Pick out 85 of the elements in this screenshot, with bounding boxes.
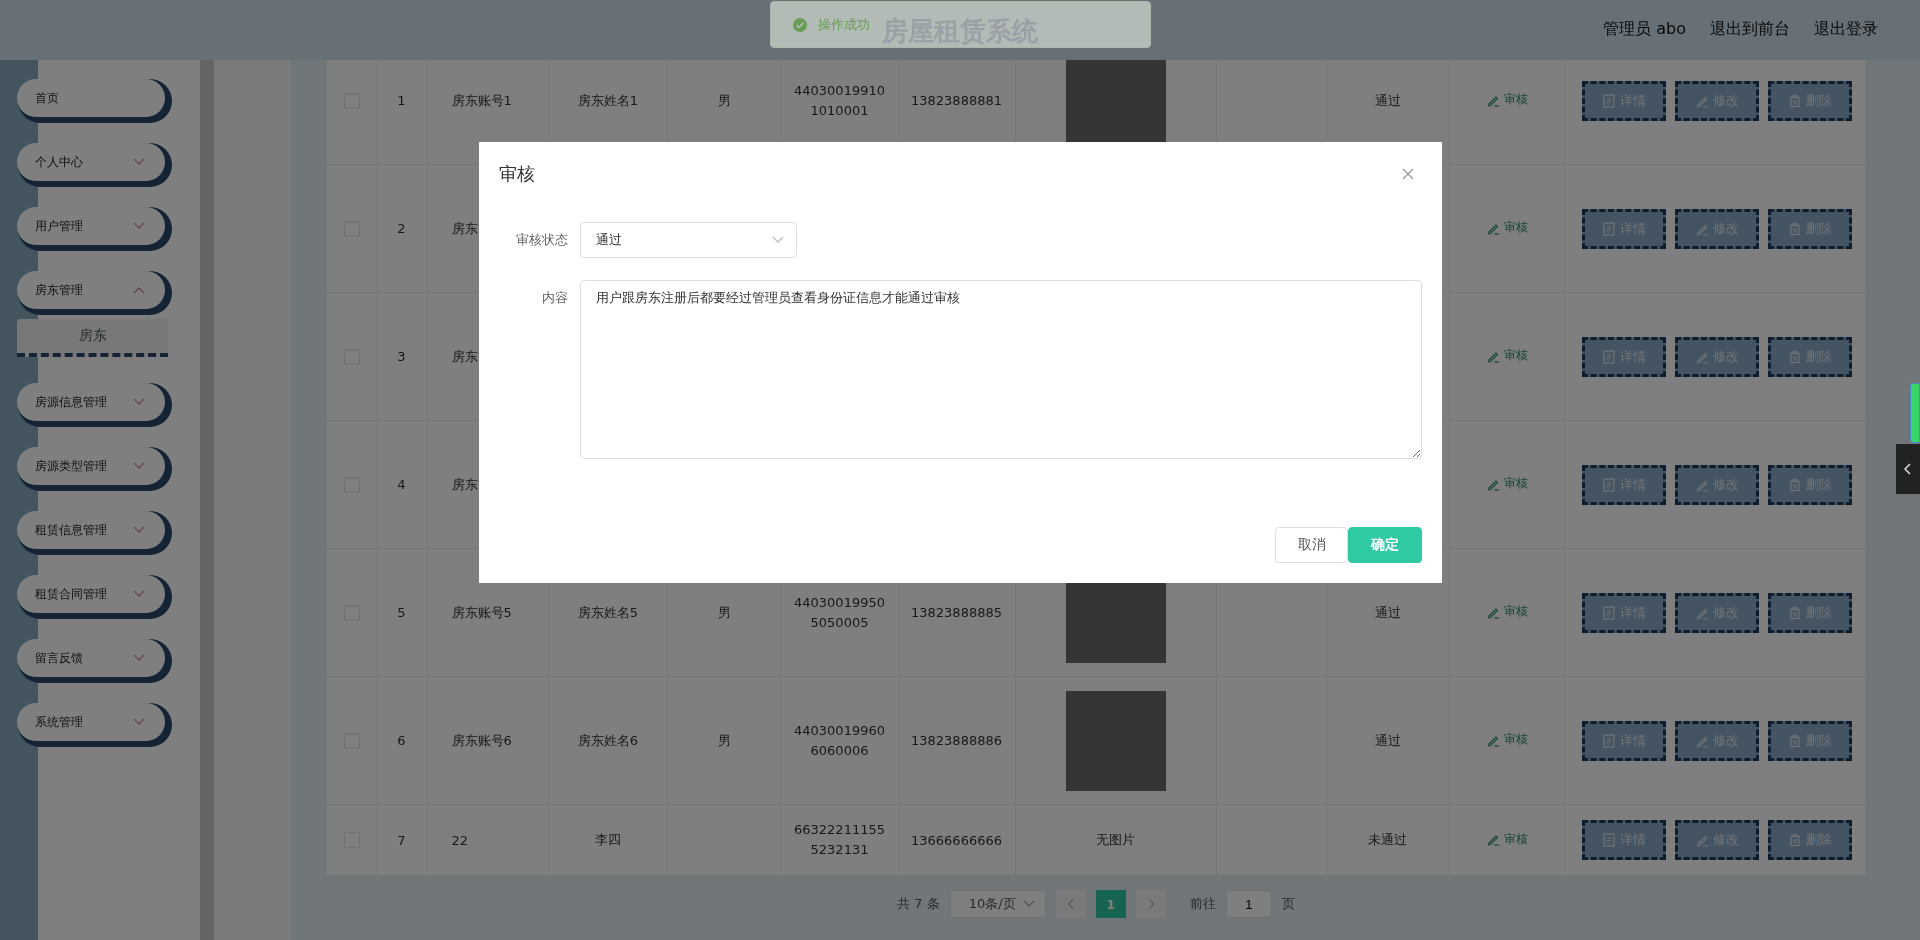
table-cell: 房东姓名1 xyxy=(577,92,639,108)
trash-icon xyxy=(1787,93,1802,108)
trash-icon xyxy=(1787,477,1802,492)
document-icon xyxy=(1601,349,1616,364)
table-cell: 未通过 xyxy=(1368,832,1407,847)
chevron-right-icon xyxy=(1146,898,1155,910)
review-link[interactable]: 审核 xyxy=(1486,475,1528,493)
table-cell: 男 xyxy=(717,604,731,620)
table-cell: 4 xyxy=(397,477,406,492)
total-count: 共 7 条 xyxy=(897,895,940,913)
table-cell: 13823888886 xyxy=(911,733,1002,748)
table-cell: 通过 xyxy=(1374,732,1401,748)
table-cell: 房东账号6 xyxy=(451,732,512,748)
review-link[interactable]: 审核 xyxy=(1486,219,1528,237)
field-label: 内容 xyxy=(541,289,568,307)
goto-label: 前往 xyxy=(1189,895,1216,913)
dialog-title: 审核 xyxy=(499,162,535,186)
table-cell: 房东 xyxy=(451,348,478,364)
table-cell: 李四 xyxy=(595,832,621,847)
table-cell: 5 xyxy=(397,605,406,620)
document-icon xyxy=(1601,93,1616,108)
table-cell: 房东姓名5 xyxy=(577,604,639,620)
table-cell: 3 xyxy=(397,349,406,364)
table-cell: 房东 xyxy=(451,476,478,492)
table-cell: 通过 xyxy=(1374,92,1401,108)
field-label: 审核状态 xyxy=(515,231,568,249)
table-cell: 13823888881 xyxy=(911,93,1002,108)
table-cell: 房东账号5 xyxy=(451,604,512,620)
document-icon xyxy=(1601,733,1616,748)
table-cell: 通过 xyxy=(1374,604,1401,620)
table-cell-text: 440300199606060006 xyxy=(794,721,885,760)
table-cell: 房东姓名6 xyxy=(577,732,639,748)
trash-icon xyxy=(1787,221,1802,236)
header-link[interactable]: 退出登录 xyxy=(1814,19,1878,40)
table-cell: 22 xyxy=(451,832,469,848)
table-cell: 13666666666 xyxy=(911,832,1002,848)
document-icon xyxy=(1601,477,1616,492)
goto-page-field[interactable]: 1 xyxy=(1225,890,1272,918)
document-icon xyxy=(1601,221,1616,236)
confirm-button[interactable]: 确定 xyxy=(1348,527,1422,563)
content-textarea[interactable]: 用户跟房东注册后都要经过管理员查看身份证信息才能通过审核 xyxy=(580,280,1422,459)
table-cell: 7 xyxy=(397,832,406,848)
table-cell: 无图片 xyxy=(1096,832,1135,847)
review-link[interactable]: 审核 xyxy=(1486,731,1528,749)
table-cell: 房东账号1 xyxy=(451,92,512,108)
table-cell: 1 xyxy=(397,93,406,108)
review-link[interactable]: 审核 xyxy=(1486,830,1528,848)
submenu-item[interactable]: 房东 xyxy=(17,319,168,357)
review-link[interactable]: 审核 xyxy=(1486,347,1528,365)
chevron-left-icon xyxy=(1903,462,1913,476)
cancel-button[interactable]: 取消 xyxy=(1275,527,1348,563)
check-circle-icon xyxy=(792,16,808,33)
chevron-down-icon xyxy=(772,236,784,244)
page-button[interactable]: 1 xyxy=(1095,890,1126,918)
table-cell-text: 440300199505050005 xyxy=(794,593,885,632)
table-cell: 13823888885 xyxy=(911,605,1002,620)
document-icon xyxy=(1601,833,1616,847)
prev-page-button[interactable] xyxy=(1055,890,1086,918)
document-icon xyxy=(1601,605,1616,620)
next-page-button[interactable] xyxy=(1135,890,1166,918)
header-link[interactable]: 退出到前台 xyxy=(1710,19,1790,40)
toast-text: 操作成功 xyxy=(818,15,870,34)
close-button[interactable] xyxy=(1402,168,1414,180)
page-unit-label: 页 xyxy=(1281,895,1295,913)
table-cell-text: 663222111555232131 xyxy=(794,821,885,859)
table-cell: 男 xyxy=(717,92,731,108)
header-link[interactable]: 管理员 abo xyxy=(1603,19,1686,40)
close-icon xyxy=(1402,168,1414,180)
collapse-tab[interactable] xyxy=(1896,444,1920,494)
table-cell: 6 xyxy=(397,733,406,748)
review-link[interactable]: 审核 xyxy=(1486,91,1528,109)
trash-icon xyxy=(1787,349,1802,364)
chevron-left-icon xyxy=(1066,898,1075,910)
table-cell: 2 xyxy=(397,221,406,236)
trash-icon xyxy=(1787,833,1802,847)
status-select[interactable]: 通过 xyxy=(580,222,797,258)
trash-icon xyxy=(1787,605,1802,620)
table-cell: 房东 xyxy=(451,220,478,236)
side-handle[interactable] xyxy=(1910,383,1920,443)
review-link[interactable]: 审核 xyxy=(1486,603,1528,621)
table-cell-text: 440300199101010001 xyxy=(794,81,885,120)
table-cell: 男 xyxy=(717,732,731,748)
chevron-down-icon xyxy=(1022,900,1035,908)
trash-icon xyxy=(1787,733,1802,748)
page-size-select[interactable]: 10条/页 xyxy=(949,890,1046,918)
